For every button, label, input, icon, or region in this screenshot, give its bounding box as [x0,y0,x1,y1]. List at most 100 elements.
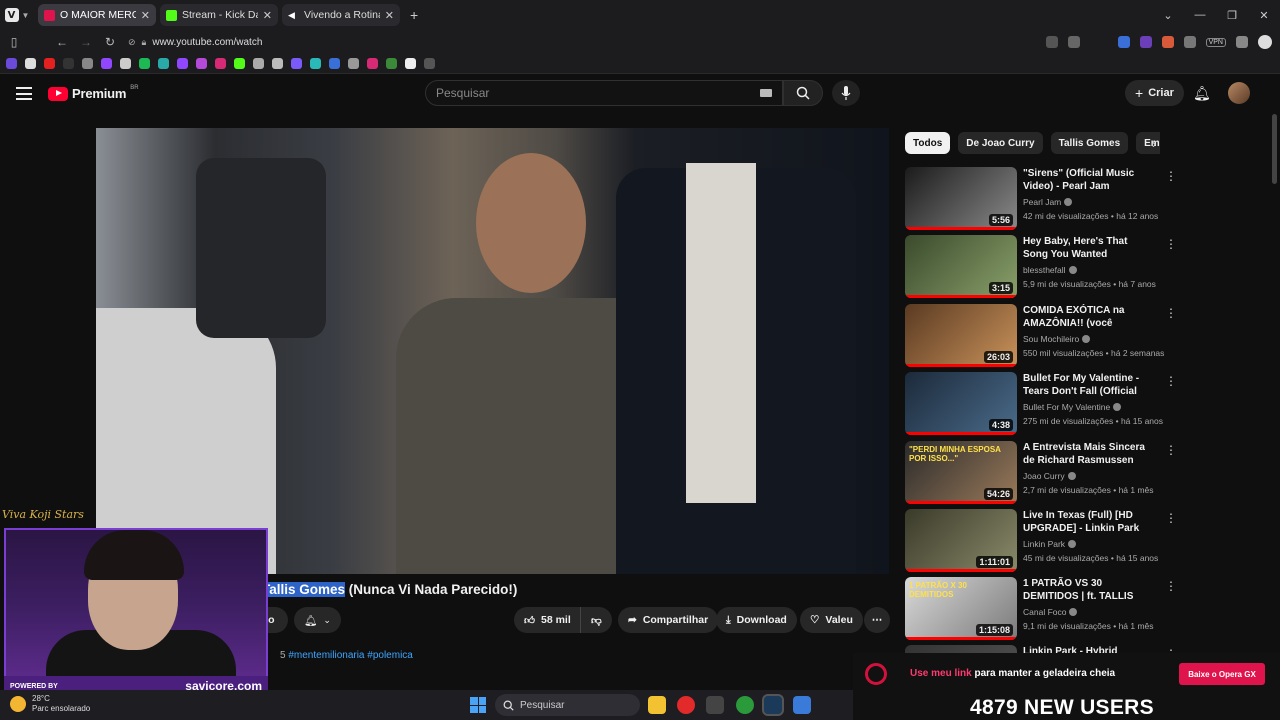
browser-menu-button[interactable]: V ▼ [0,0,34,30]
video-thumbnail[interactable]: 1:11:01 [905,509,1017,572]
video-title[interactable]: Live In Texas (Full) [HD UPGRADE] - Link… [1023,509,1153,535]
recommendation-item[interactable]: 3:15 Hey Baby, Here's That Song You Wante… [905,235,1177,298]
xbox-icon[interactable] [736,696,754,714]
notification-bell-button[interactable]: 🔔︎ ⌄ [294,607,341,633]
more-vertical-icon[interactable]: ⋮ [1165,511,1177,525]
dislike-button[interactable]: 👎︎ [580,607,612,633]
spotify-icon[interactable] [139,58,150,69]
thanks-button[interactable]: ♡ Valeu [800,607,863,633]
bookmark-icon[interactable] [424,58,435,69]
bookmark-icon[interactable] [82,58,93,69]
more-vertical-icon[interactable]: ⋮ [1165,579,1177,593]
back-icon[interactable]: ← [50,35,74,49]
channel-name[interactable]: Linkin Park [1023,539,1077,549]
share-button[interactable]: ➦ Compartilhar [618,607,719,633]
stripe-icon[interactable] [291,58,302,69]
channel-name[interactable]: Joao Curry [1023,471,1076,481]
forward-icon[interactable]: → [74,35,98,49]
video-thumbnail[interactable]: 3:15 [905,235,1017,298]
bookmark-icon[interactable] [386,58,397,69]
maximize-icon[interactable]: ❐ [1216,9,1248,22]
opera-download-button[interactable]: Baixe o Opera GX [1179,663,1265,685]
video-thumbnail[interactable]: 4:38 [905,372,1017,435]
recommendation-item[interactable]: 1:11:01 Live In Texas (Full) [HD UPGRADE]… [905,509,1177,572]
youtube-logo[interactable]: Premium BR [48,85,139,101]
video-title[interactable]: A Entrevista Mais Sincera de Richard Ras… [1023,441,1153,467]
file-explorer-icon[interactable] [648,696,666,714]
instagram-icon[interactable] [215,58,226,69]
vpn-badge[interactable]: VPN [1205,37,1226,47]
video-thumbnail[interactable]: 5:56 [905,167,1017,230]
x-icon[interactable] [25,58,36,69]
like-button[interactable]: 👍︎ 58 mil [514,607,581,633]
video-description[interactable]: 5 #mentemilionaria #polemica [280,650,413,661]
more-vertical-icon[interactable]: ⋮ [1165,374,1177,388]
bookmark-icon[interactable] [310,58,321,69]
hashtags-link[interactable]: #mentemilionaria #polemica [288,650,413,661]
instagram-icon[interactable] [367,58,378,69]
video-thumbnail[interactable]: 26:03 [905,304,1017,367]
window-panel-icon[interactable] [1236,36,1248,48]
video-thumbnail[interactable]: "PERDI MINHA ESPOSA POR ISSO..." 54:26 [905,441,1017,504]
reload-icon[interactable]: ↻ [98,35,122,49]
close-window-icon[interactable]: ✕ [1248,9,1280,22]
new-tab-icon[interactable]: + [410,7,418,23]
url-field[interactable]: ⊘ 🔒︎ www.youtube.com/watch [128,32,1008,52]
taskbar-search[interactable]: Pesquisar [495,694,640,716]
terminal-icon[interactable] [706,696,724,714]
channel-name[interactable]: blessthefall [1023,265,1077,275]
create-button[interactable]: + Criar [1125,80,1184,106]
chip-todos[interactable]: Todos [905,132,951,154]
recommendation-item[interactable]: "PERDI MINHA ESPOSA POR ISSO..." 54:26 A E… [905,441,1177,504]
bookmark-icon[interactable] [329,58,340,69]
extension-icon[interactable] [1161,36,1174,48]
channel-name[interactable]: Canal Foco [1023,607,1078,617]
close-tab-icon[interactable]: ✕ [385,9,394,22]
chevron-right-icon[interactable]: › [1152,137,1156,151]
youtube-icon[interactable] [44,58,55,69]
extension-icon[interactable] [1139,36,1152,48]
more-vertical-icon[interactable]: ⋮ [1165,306,1177,320]
steam-icon[interactable] [762,694,784,716]
windows-start-icon[interactable] [470,697,486,713]
tab-1[interactable]: O MAIOR MERCADO d ✕ [38,4,156,26]
channel-name[interactable]: Bullet For My Valentine [1023,402,1122,412]
close-tab-icon[interactable]: ✕ [263,9,272,22]
vivaldi-icon[interactable] [677,696,695,714]
bookmark-icon[interactable] [158,58,169,69]
video-title[interactable]: Hey Baby, Here's That Song You Wanted [1023,235,1153,261]
tab-3[interactable]: ◀ Vivendo a Rotina Insan ✕ [282,4,400,26]
search-input[interactable]: Pesquisar [425,80,783,106]
more-vertical-icon[interactable]: ⋮ [1165,443,1177,457]
scrollbar[interactable] [1270,114,1280,654]
chip-de-joao-curry[interactable]: De Joao Curry [958,132,1043,154]
weather-widget[interactable]: 28°C Parc ensolarado [10,694,90,714]
avatar[interactable] [1228,82,1250,104]
keyboard-icon[interactable] [760,89,772,97]
close-tab-icon[interactable]: ✕ [141,9,150,22]
voice-search-button[interactable] [832,80,860,106]
bookmark-icon[interactable] [196,58,207,69]
tab-2[interactable]: Stream - Kick Dashboa ✕ [160,4,278,26]
bookmark-icon[interactable] [253,58,264,69]
video-title[interactable]: "Sirens" (Official Music Video) - Pearl … [1023,167,1153,193]
bookmark-icon[interactable] [1067,36,1080,48]
chip-tallis-gomes[interactable]: Tallis Gomes [1050,132,1129,154]
notion-icon[interactable] [405,58,416,69]
video-thumbnail[interactable]: 1 PATRÃO X 30 DEMITIDOS 1:15:08 [905,577,1017,640]
video-title[interactable]: COMIDA EXÓTICA na AMAZÔNIA!! (você comer… [1023,304,1153,330]
video-title[interactable]: 1 PATRÃO VS 30 DEMITIDOS | ft. TALLIS GO… [1023,577,1153,603]
bookmark-icon[interactable] [272,58,283,69]
bookmark-icon[interactable] [120,58,131,69]
more-vertical-icon[interactable]: ⋮ [1165,169,1177,183]
channel-name[interactable]: Pearl Jam [1023,197,1073,207]
recommendation-item[interactable]: 4:38 Bullet For My Valentine - Tears Don'… [905,372,1177,435]
more-vertical-icon[interactable]: ⋮ [1165,237,1177,251]
more-actions-button[interactable]: ⋯ [864,607,890,633]
app-icon[interactable] [793,696,811,714]
kick-icon[interactable] [234,58,245,69]
puzzle-icon[interactable] [1183,36,1196,48]
minimize-icon[interactable]: — [1184,9,1216,21]
download-button[interactable]: ⤓ Download [716,607,797,633]
scrollbar-thumb[interactable] [1272,114,1277,184]
